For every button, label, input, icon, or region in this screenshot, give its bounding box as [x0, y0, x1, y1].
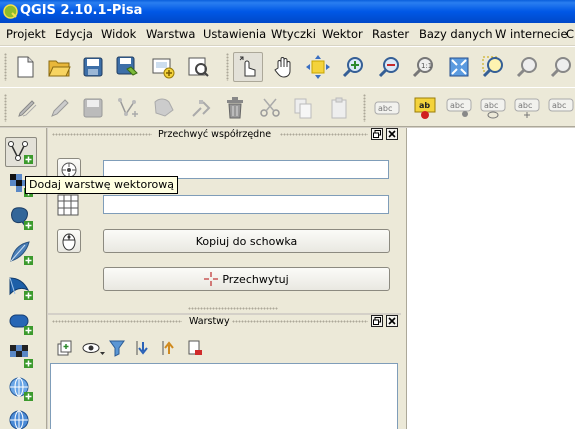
new-print-composer-icon[interactable] — [148, 52, 178, 82]
qgis-logo-icon — [3, 4, 18, 19]
manage-layers-toolbar — [0, 128, 47, 429]
delete-selected-icon[interactable] — [220, 93, 250, 123]
map-canvas[interactable] — [406, 128, 575, 429]
move-feature-icon[interactable] — [150, 93, 180, 123]
zoom-to-layer-icon[interactable] — [512, 52, 542, 82]
add-wms-layer-icon[interactable] — [5, 341, 37, 371]
layer-tree[interactable] — [50, 363, 398, 429]
menu-ustawienia[interactable]: Ustawienia — [203, 27, 266, 41]
composer-manager-icon[interactable] — [183, 52, 213, 82]
add-feature-icon[interactable] — [114, 93, 144, 123]
label-abc-text: abc — [378, 104, 392, 113]
menu-warstwa[interactable]: Warstwa — [146, 27, 195, 41]
pan-to-selection-icon[interactable] — [303, 52, 333, 82]
coordinate-field-2[interactable] — [103, 195, 389, 214]
show-hide-labels-icon[interactable]: abc — [478, 93, 508, 123]
save-project-icon[interactable] — [78, 52, 108, 82]
add-wcs-layer-icon[interactable] — [5, 374, 37, 404]
zoom-last-icon[interactable] — [546, 52, 575, 82]
menu-raster[interactable]: Raster — [372, 27, 409, 41]
label-abc-text: abc — [484, 101, 498, 110]
add-vector-layer-icon[interactable] — [5, 137, 37, 167]
panel-title-bar[interactable]: Warstwy — [48, 315, 401, 329]
paste-features-icon[interactable] — [324, 93, 354, 123]
label-abc-text: abc — [450, 101, 464, 110]
label-abc-text: abc — [518, 101, 532, 110]
menu-more[interactable]: C — [566, 27, 574, 41]
close-panel-icon[interactable] — [386, 315, 398, 327]
layer-labeling-icon[interactable]: abc — [372, 93, 402, 123]
new-project-icon[interactable] — [10, 52, 40, 82]
menu-wtyczki[interactable]: Wtyczki — [271, 27, 316, 41]
save-layer-edits-icon[interactable] — [78, 93, 108, 123]
add-postgis-layer-icon[interactable] — [5, 203, 37, 233]
panel-title: Warstwy — [189, 316, 230, 327]
copy-features-icon[interactable] — [288, 93, 318, 123]
pin-labels-icon[interactable]: abc — [444, 93, 474, 123]
current-edits-icon[interactable] — [12, 93, 42, 123]
menu-wektor[interactable]: Wektor — [322, 27, 363, 41]
pan-icon[interactable] — [269, 52, 299, 82]
label-tool-icon[interactable]: ab — [410, 93, 440, 123]
close-panel-icon[interactable] — [386, 128, 398, 140]
panel-splitter[interactable] — [188, 307, 278, 310]
manage-visibility-icon[interactable] — [82, 339, 106, 360]
track-mouse-icon[interactable] — [57, 229, 81, 253]
toolbar-grip[interactable] — [363, 94, 366, 122]
toolbar-grip[interactable] — [226, 53, 229, 81]
toggle-editing-icon[interactable] — [44, 93, 74, 123]
qgis-window: QGIS 2.10.1-Pisa Projekt Edycja Widok Wa… — [0, 0, 575, 429]
expand-all-icon[interactable] — [134, 339, 152, 360]
zoom-to-selection-icon[interactable] — [478, 52, 508, 82]
add-spatialite-layer-icon[interactable] — [5, 238, 37, 268]
title-bar: QGIS 2.10.1-Pisa — [0, 0, 575, 23]
zoom-actual-size-icon[interactable]: 1:1 — [408, 52, 438, 82]
layers-panel: Warstwy — [48, 315, 401, 429]
zoom-out-icon[interactable] — [374, 52, 404, 82]
window-title: QGIS 2.10.1-Pisa — [20, 3, 143, 18]
menu-bazy-danych[interactable]: Bazy danych — [419, 27, 493, 41]
cut-features-icon[interactable] — [255, 93, 285, 123]
crosshair-icon — [204, 272, 219, 286]
menu-w-internecie[interactable]: W internecie — [495, 27, 568, 41]
panel-title-bar[interactable]: Przechwyć współrzędne — [48, 128, 401, 142]
coordinate-capture-panel: Przechwyć współrzędne Kopiuj do schowka … — [48, 128, 401, 313]
float-panel-icon[interactable] — [371, 128, 383, 140]
remove-layer-icon[interactable] — [186, 339, 204, 360]
zoom-in-icon[interactable] — [338, 52, 368, 82]
map-crs-grid-icon — [57, 194, 79, 216]
capture-button-label: Przechwytuj — [222, 272, 289, 286]
menu-projekt[interactable]: Projekt — [6, 27, 46, 41]
add-wfs-layer-icon[interactable] — [5, 407, 37, 429]
add-mssql-layer-icon[interactable] — [5, 273, 37, 303]
collapse-all-icon[interactable] — [160, 339, 178, 360]
label-abc-text: abc — [552, 101, 566, 110]
open-project-icon[interactable] — [44, 52, 74, 82]
menu-widok[interactable]: Widok — [101, 27, 136, 41]
menu-edycja[interactable]: Edycja — [55, 27, 93, 41]
tooltip: Dodaj warstwę wektorową — [25, 176, 178, 194]
save-as-icon[interactable] — [112, 52, 142, 82]
toolbar-grip[interactable] — [4, 94, 7, 122]
panel-title: Przechwyć współrzędne — [158, 129, 272, 140]
toolbar-digitizing-labels: abc ab abc abc abc abc — [0, 87, 575, 127]
add-group-icon[interactable] — [56, 339, 74, 360]
toolbar-file-navigation: 1:1 — [0, 46, 575, 87]
add-oracle-layer-icon[interactable] — [5, 308, 37, 338]
menu-bar: Projekt Edycja Widok Warstwa Ustawienia … — [0, 23, 575, 46]
move-label-icon[interactable]: abc — [512, 93, 542, 123]
copy-to-clipboard-button[interactable]: Kopiuj do schowka — [103, 229, 390, 253]
filter-legend-icon[interactable] — [108, 339, 126, 360]
rotate-label-icon[interactable]: abc — [546, 93, 575, 123]
label-ab-text: ab — [419, 101, 430, 110]
zoom-full-icon[interactable] — [444, 52, 474, 82]
node-tool-icon[interactable] — [186, 93, 216, 123]
capture-button[interactable]: Przechwytuj — [103, 267, 390, 291]
toolbar-grip[interactable] — [4, 53, 7, 81]
touch-zoom-icon[interactable] — [233, 52, 263, 82]
svg-text:1:1: 1:1 — [421, 62, 432, 70]
float-panel-icon[interactable] — [371, 315, 383, 327]
